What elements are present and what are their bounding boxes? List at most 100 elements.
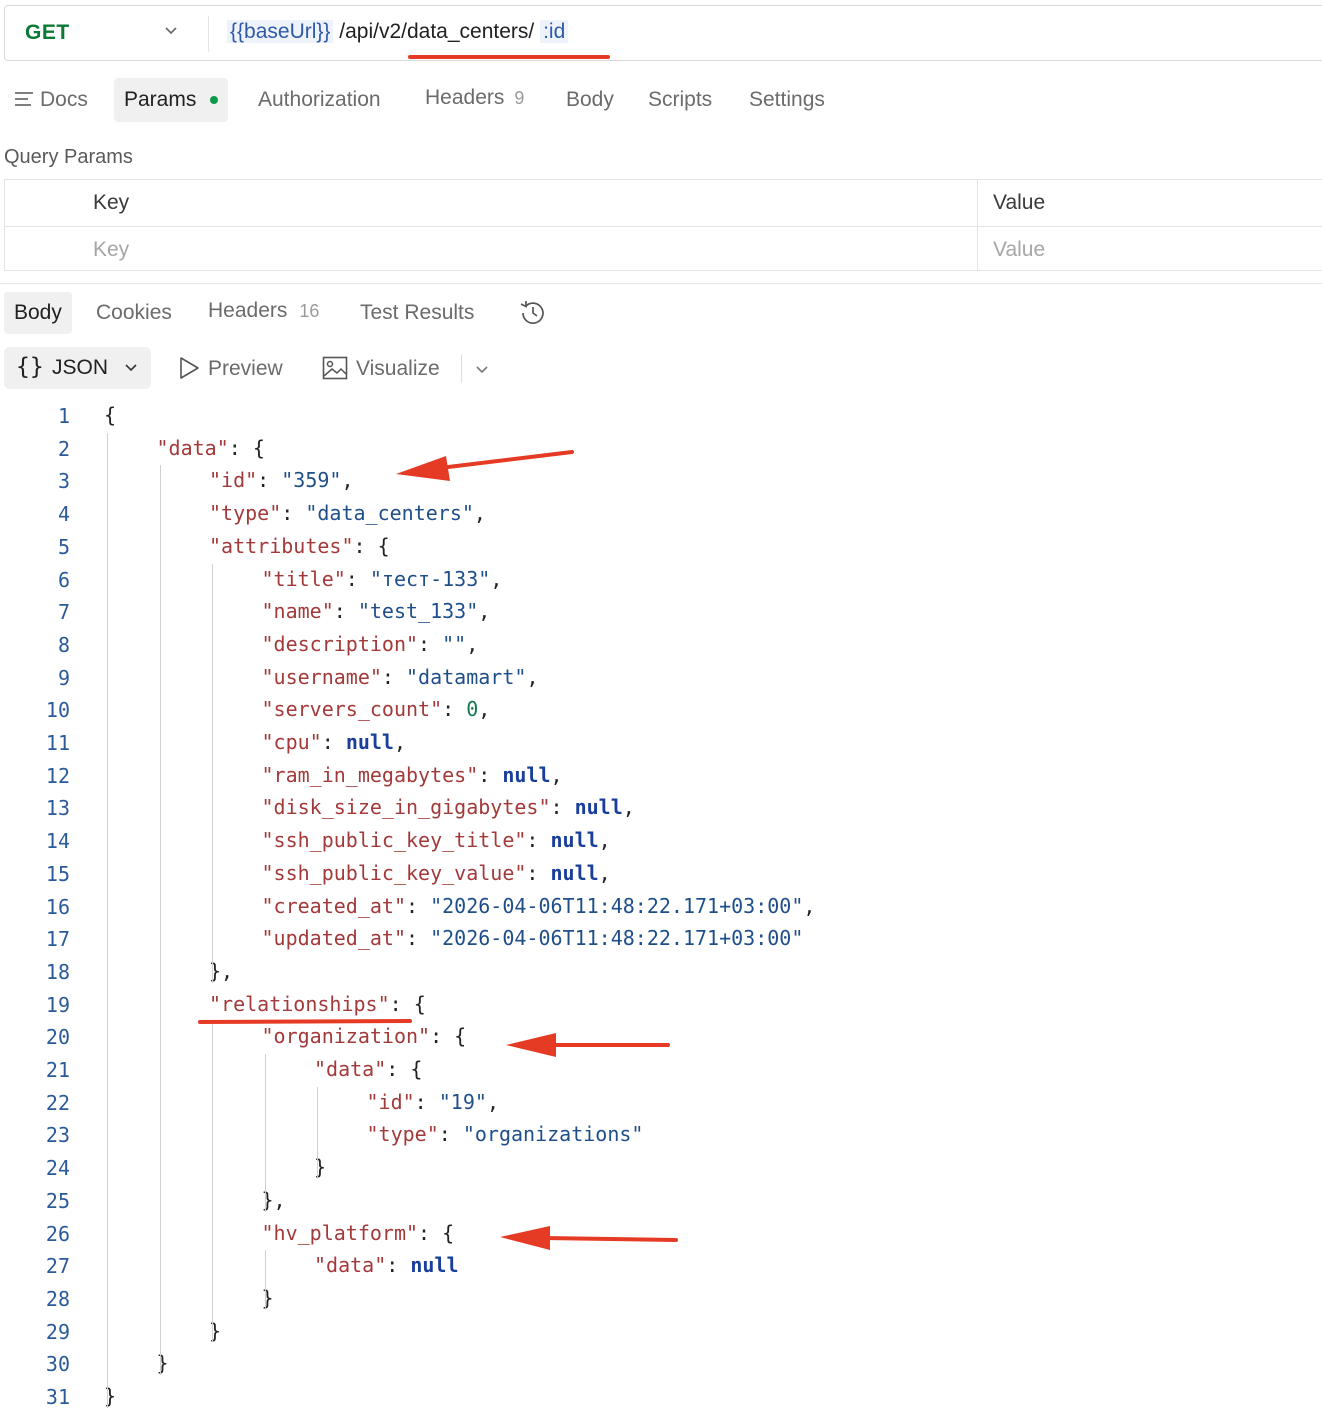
line-number: 21 (45, 1058, 70, 1082)
line-number: 30 (45, 1352, 70, 1377)
json-punctuation: } (314, 1155, 327, 1180)
response-tab-test-results[interactable]: Test Results (360, 292, 474, 334)
indent-guide (264, 1054, 266, 1212)
query-params-header-row: Key Value (5, 180, 1322, 225)
tab-label: Cookies (96, 301, 172, 324)
value-column-header: Value (993, 191, 1046, 214)
json-punctuation: : (257, 468, 282, 493)
json-punctuation: : { (389, 991, 426, 1016)
indent-guide (107, 432, 108, 1408)
json-punctuation: , (490, 566, 503, 591)
json-punctuation: , (486, 1089, 499, 1114)
tab-label: Body (566, 88, 614, 111)
line-number: 15 (45, 861, 70, 886)
json-null: null (502, 762, 551, 787)
chevron-down-icon[interactable] (163, 22, 179, 38)
code-text: "data": { (314, 1057, 422, 1081)
tab-authorization[interactable]: Authorization (258, 78, 381, 122)
tab-scripts[interactable]: Scripts (648, 78, 712, 122)
line-number: 5 (57, 534, 70, 559)
code-text: } (157, 1351, 169, 1375)
line-number: 16 (45, 894, 70, 919)
code-text: "ssh_public_key_value": null, (262, 861, 611, 885)
param-value-input[interactable]: Value (993, 238, 1045, 262)
query-params-table: Key Value Key Value (4, 179, 1322, 271)
param-key-input[interactable]: Key (93, 238, 129, 262)
json-key: "hv_platform" (261, 1220, 419, 1245)
code-text: "ssh_public_key_title": null, (262, 828, 611, 852)
code-text: } (314, 1155, 326, 1179)
code-text: "data": { (157, 436, 265, 460)
url-path: /api/v2/data_centers/ (333, 20, 541, 43)
tab-params[interactable]: Params (114, 78, 229, 122)
preview-button[interactable]: Preview (178, 356, 283, 381)
tab-docs[interactable]: Docs (14, 78, 88, 122)
code-line: 24} (0, 1150, 1322, 1183)
code-text: } (262, 1286, 274, 1310)
json-punctuation: , (803, 893, 816, 918)
code-text: "attributes": { (209, 534, 390, 558)
list-icon (15, 92, 33, 106)
code-line: 5 "attributes": { (0, 529, 1322, 562)
json-punctuation: : { (353, 533, 390, 558)
code-line: 28} (0, 1281, 1322, 1314)
json-punctuation: : (438, 1122, 463, 1147)
json-punctuation: : { (418, 1220, 455, 1245)
json-key: "servers_count" (261, 697, 443, 722)
json-punctuation: { (104, 403, 117, 427)
url-input[interactable]: {{baseUrl}} /api/v2/data_centers/ :id (227, 20, 569, 44)
line-number: 2 (57, 436, 70, 461)
code-line: 10 "servers_count": 0, (0, 692, 1322, 725)
format-json-select[interactable]: {} JSON (4, 347, 151, 389)
line-number: 6 (57, 567, 70, 592)
image-icon (322, 356, 348, 380)
json-punctuation: , (550, 762, 563, 787)
url-bar: GET {{baseUrl}} /api/v2/data_centers/ :i… (4, 5, 1322, 61)
history-icon[interactable] (518, 298, 548, 328)
tab-body[interactable]: Body (566, 78, 614, 122)
json-string: "datamart" (406, 664, 527, 689)
json-punctuation: : (526, 828, 551, 853)
line-number: 24 (45, 1156, 70, 1181)
preview-label: Preview (208, 357, 283, 380)
visualize-button[interactable]: Visualize (322, 356, 440, 381)
tab-settings[interactable]: Settings (749, 78, 825, 122)
code-text: "organization": { (262, 1024, 467, 1048)
response-tab-body[interactable]: Body (4, 292, 72, 334)
code-line: 9 "username": "datamart", (0, 660, 1322, 693)
query-params-title: Query Params (4, 146, 133, 168)
code-line: 14 "ssh_public_key_title": null, (0, 823, 1322, 856)
code-line: 23 "type": "organizations" (0, 1117, 1322, 1150)
code-text: "id": "359", (209, 468, 354, 492)
code-text: "description": "", (262, 632, 479, 656)
code-text: "servers_count": 0, (262, 697, 491, 721)
response-tab-headers[interactable]: Headers 16 (208, 290, 319, 332)
chevron-down-icon (125, 364, 137, 372)
code-line: 20 "organization": { (0, 1019, 1322, 1052)
chevron-down-icon[interactable] (474, 363, 490, 377)
response-tab-cookies[interactable]: Cookies (96, 292, 172, 334)
json-punctuation: , (466, 631, 479, 656)
line-number: 17 (45, 927, 70, 952)
json-key: "organization" (261, 1024, 431, 1049)
json-punctuation: } (209, 1318, 222, 1343)
indent-guide (159, 465, 161, 1375)
code-text: "ram_in_megabytes": null, (262, 763, 563, 787)
http-method-select[interactable]: GET (25, 21, 70, 45)
code-line: 11 "cpu": null, (0, 725, 1322, 758)
line-number: 23 (45, 1123, 70, 1148)
tab-label: Authorization (258, 88, 381, 111)
json-punctuation: , (341, 468, 354, 493)
json-key: "title" (261, 566, 346, 591)
indent-guide (212, 1021, 213, 1343)
line-number: 22 (45, 1090, 70, 1115)
tab-label: Params (124, 88, 197, 111)
tab-label: Settings (749, 88, 825, 111)
code-text: "updated_at": "2026-04-06T11:48:22.171+0… (262, 926, 804, 950)
json-key: "ram_in_megabytes" (261, 762, 479, 787)
json-key: "name" (261, 599, 334, 624)
tab-headers[interactable]: Headers 9 (425, 76, 524, 120)
line-number: 26 (45, 1221, 70, 1246)
json-string: "test_133" (357, 599, 479, 624)
code-text: "type": "organizations" (367, 1122, 644, 1146)
